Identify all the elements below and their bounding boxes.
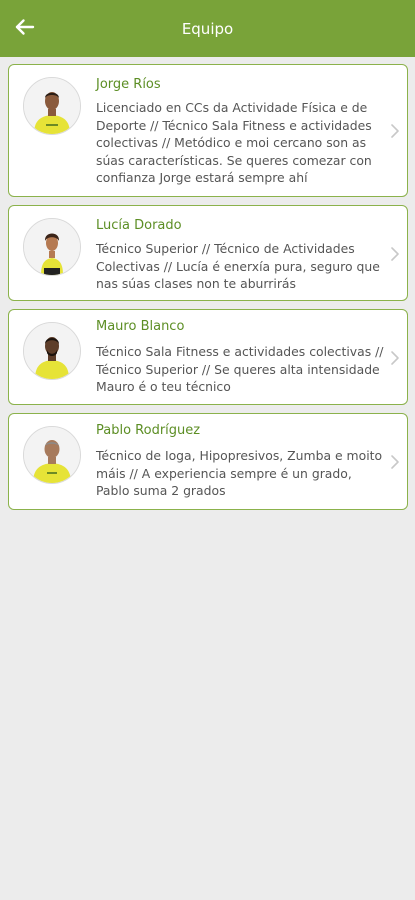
member-description: Técnico de Ioga, Hipopresivos, Zumba e m… [96,448,383,498]
avatar [23,426,81,484]
chevron-right-icon [390,246,400,262]
person-photo-icon [24,427,80,483]
member-description: Técnico Superior // Técnico de Actividad… [96,241,380,291]
team-member-card-mauro-blanco[interactable]: Mauro Blanco Técnico Sala Fitness e acti… [8,309,408,405]
team-list: Jorge Ríos Licenciado en CCs da Activida… [8,64,408,518]
member-description: Licenciado en CCs da Actividade Física e… [96,100,372,185]
avatar [23,218,81,276]
member-name: Pablo Rodríguez [96,423,201,438]
chevron-right-icon [390,123,400,139]
app-bar: Equipo [0,0,415,57]
avatar [23,77,81,135]
team-member-card-pablo-rodriguez[interactable]: Pablo Rodríguez Técnico de Ioga, Hipopre… [8,413,408,510]
person-photo-icon [24,78,80,134]
member-name: Lucía Dorado [96,218,182,233]
person-photo-icon [24,323,80,379]
member-description: Técnico Sala Fitness e actividades colec… [96,344,384,394]
team-member-card-lucia-dorado[interactable]: Lucía Dorado Técnico Superior // Técnico… [8,205,408,301]
page-title: Equipo [181,20,234,38]
member-name: Mauro Blanco [96,319,185,334]
team-member-card-jorge-rios[interactable]: Jorge Ríos Licenciado en CCs da Activida… [8,64,408,197]
chevron-right-icon [390,454,400,470]
avatar [23,322,81,380]
member-name: Jorge Ríos [96,77,161,92]
chevron-right-icon [390,350,400,366]
person-photo-icon [24,219,80,275]
